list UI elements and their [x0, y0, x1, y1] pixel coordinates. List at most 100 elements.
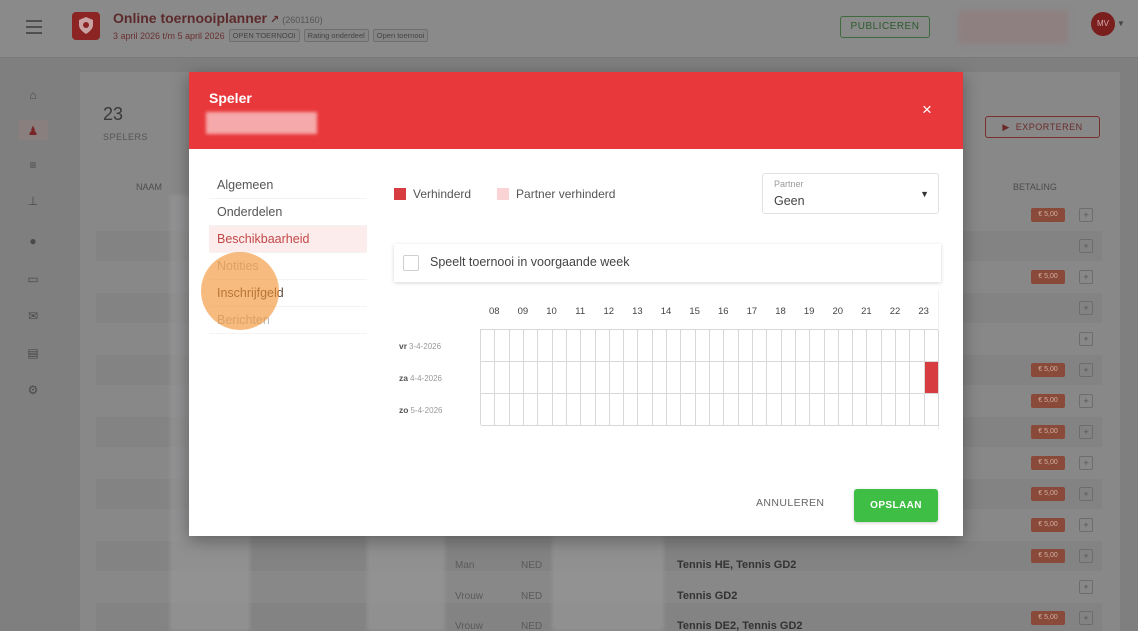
availability-slot[interactable]	[810, 394, 825, 426]
availability-slot[interactable]	[824, 394, 839, 426]
home-icon[interactable]: ⌂	[26, 88, 40, 102]
availability-slot[interactable]	[795, 362, 811, 394]
availability-slot[interactable]	[724, 330, 739, 362]
availability-slot[interactable]	[566, 362, 582, 394]
availability-slot[interactable]	[767, 362, 782, 394]
availability-slot[interactable]	[924, 362, 939, 394]
availability-slot[interactable]	[609, 362, 625, 394]
players-icon[interactable]: ♟	[26, 124, 40, 138]
availability-slot[interactable]	[767, 330, 782, 362]
menu-item-beschikbaarheid[interactable]: Beschikbaarheid	[209, 226, 367, 253]
availability-slot[interactable]	[509, 394, 524, 426]
avatar[interactable]: MV	[1091, 12, 1115, 36]
availability-slot[interactable]	[881, 330, 897, 362]
availability-slot[interactable]	[924, 330, 939, 362]
cancel-button[interactable]: ANNULEREN	[756, 497, 824, 509]
availability-slot[interactable]	[523, 362, 539, 394]
publish-button[interactable]: PUBLICEREN	[840, 16, 930, 38]
chevron-down-icon[interactable]: ▼	[1117, 19, 1125, 28]
availability-slot[interactable]	[523, 394, 539, 426]
availability-slot[interactable]	[667, 362, 682, 394]
availability-slot[interactable]	[752, 394, 768, 426]
monitor-icon[interactable]: ▭	[26, 272, 40, 286]
availability-slot[interactable]	[566, 394, 582, 426]
availability-slot[interactable]	[710, 394, 725, 426]
availability-slot[interactable]	[724, 362, 739, 394]
column-header-naam[interactable]: NAAM	[136, 182, 162, 192]
availability-slot[interactable]	[838, 362, 854, 394]
availability-slot[interactable]	[881, 362, 897, 394]
menu-item-algemeen[interactable]: Algemeen	[209, 172, 367, 199]
availability-slot[interactable]	[652, 330, 668, 362]
add-payment-icon[interactable]: +	[1079, 208, 1093, 222]
availability-slot[interactable]	[710, 330, 725, 362]
menu-item-notities[interactable]: Notities	[209, 253, 367, 280]
availability-slot[interactable]	[495, 362, 510, 394]
add-payment-icon[interactable]: +	[1079, 456, 1093, 470]
availability-slot[interactable]	[638, 330, 653, 362]
availability-slot[interactable]	[896, 362, 911, 394]
availability-slot[interactable]	[824, 362, 839, 394]
availability-slot[interactable]	[552, 362, 567, 394]
availability-slot[interactable]	[624, 362, 639, 394]
add-payment-icon[interactable]: +	[1079, 425, 1093, 439]
add-payment-icon[interactable]: +	[1079, 394, 1093, 408]
menu-item-berichten[interactable]: Berichten	[209, 307, 367, 334]
menu-item-onderdelen[interactable]: Onderdelen	[209, 199, 367, 226]
availability-slot[interactable]	[624, 394, 639, 426]
partner-select[interactable]: Partner Geen ▼	[762, 173, 939, 214]
availability-slot[interactable]	[881, 394, 897, 426]
availability-slot[interactable]	[738, 362, 753, 394]
availability-slot[interactable]	[896, 330, 911, 362]
external-link-icon[interactable]: ↗	[270, 14, 279, 26]
mail-icon[interactable]: ✉	[26, 309, 40, 323]
close-icon[interactable]: ×	[917, 100, 937, 120]
availability-slot[interactable]	[595, 394, 610, 426]
column-header-betaling[interactable]: BETALING	[1013, 182, 1057, 192]
availability-slot[interactable]	[566, 330, 582, 362]
availability-slot[interactable]	[581, 394, 596, 426]
availability-slot[interactable]	[867, 394, 882, 426]
availability-slot[interactable]	[652, 362, 668, 394]
availability-slot[interactable]	[695, 362, 710, 394]
print-icon[interactable]: ▤	[26, 346, 40, 360]
add-payment-icon[interactable]: +	[1079, 487, 1093, 501]
availability-slot[interactable]	[538, 394, 553, 426]
export-button[interactable]: ▶ EXPORTEREN	[985, 116, 1100, 138]
availability-slot[interactable]	[738, 330, 753, 362]
availability-slot[interactable]	[624, 330, 639, 362]
availability-slot[interactable]	[495, 330, 510, 362]
availability-slot[interactable]	[609, 330, 625, 362]
availability-slot[interactable]	[695, 394, 710, 426]
availability-slot[interactable]	[752, 362, 768, 394]
shield-logo-icon[interactable]	[72, 12, 100, 40]
availability-slot[interactable]	[538, 362, 553, 394]
availability-slot[interactable]	[767, 394, 782, 426]
availability-slot[interactable]	[638, 394, 653, 426]
availability-slot[interactable]	[795, 394, 811, 426]
availability-slot[interactable]	[481, 394, 496, 426]
previous-week-label[interactable]: Speelt toernooi in voorgaande week	[430, 255, 629, 269]
availability-slot[interactable]	[781, 362, 796, 394]
availability-slot[interactable]	[638, 362, 653, 394]
availability-slot[interactable]	[695, 330, 710, 362]
availability-slot[interactable]	[538, 330, 553, 362]
availability-slot[interactable]	[681, 362, 696, 394]
availability-slot[interactable]	[652, 394, 668, 426]
availability-slot[interactable]	[509, 362, 524, 394]
tree-icon[interactable]: ⊥	[26, 194, 40, 208]
availability-slot[interactable]	[509, 330, 524, 362]
availability-slot[interactable]	[609, 394, 625, 426]
availability-slot[interactable]	[781, 330, 796, 362]
add-payment-icon[interactable]: +	[1079, 332, 1093, 346]
availability-slot[interactable]	[681, 330, 696, 362]
add-payment-icon[interactable]: +	[1079, 580, 1093, 594]
availability-slot[interactable]	[552, 330, 567, 362]
add-payment-icon[interactable]: +	[1079, 549, 1093, 563]
availability-slot[interactable]	[681, 394, 696, 426]
availability-slot[interactable]	[667, 394, 682, 426]
availability-slot[interactable]	[523, 330, 539, 362]
availability-slot[interactable]	[781, 394, 796, 426]
menu-icon[interactable]	[26, 20, 42, 34]
availability-slot[interactable]	[481, 330, 496, 362]
